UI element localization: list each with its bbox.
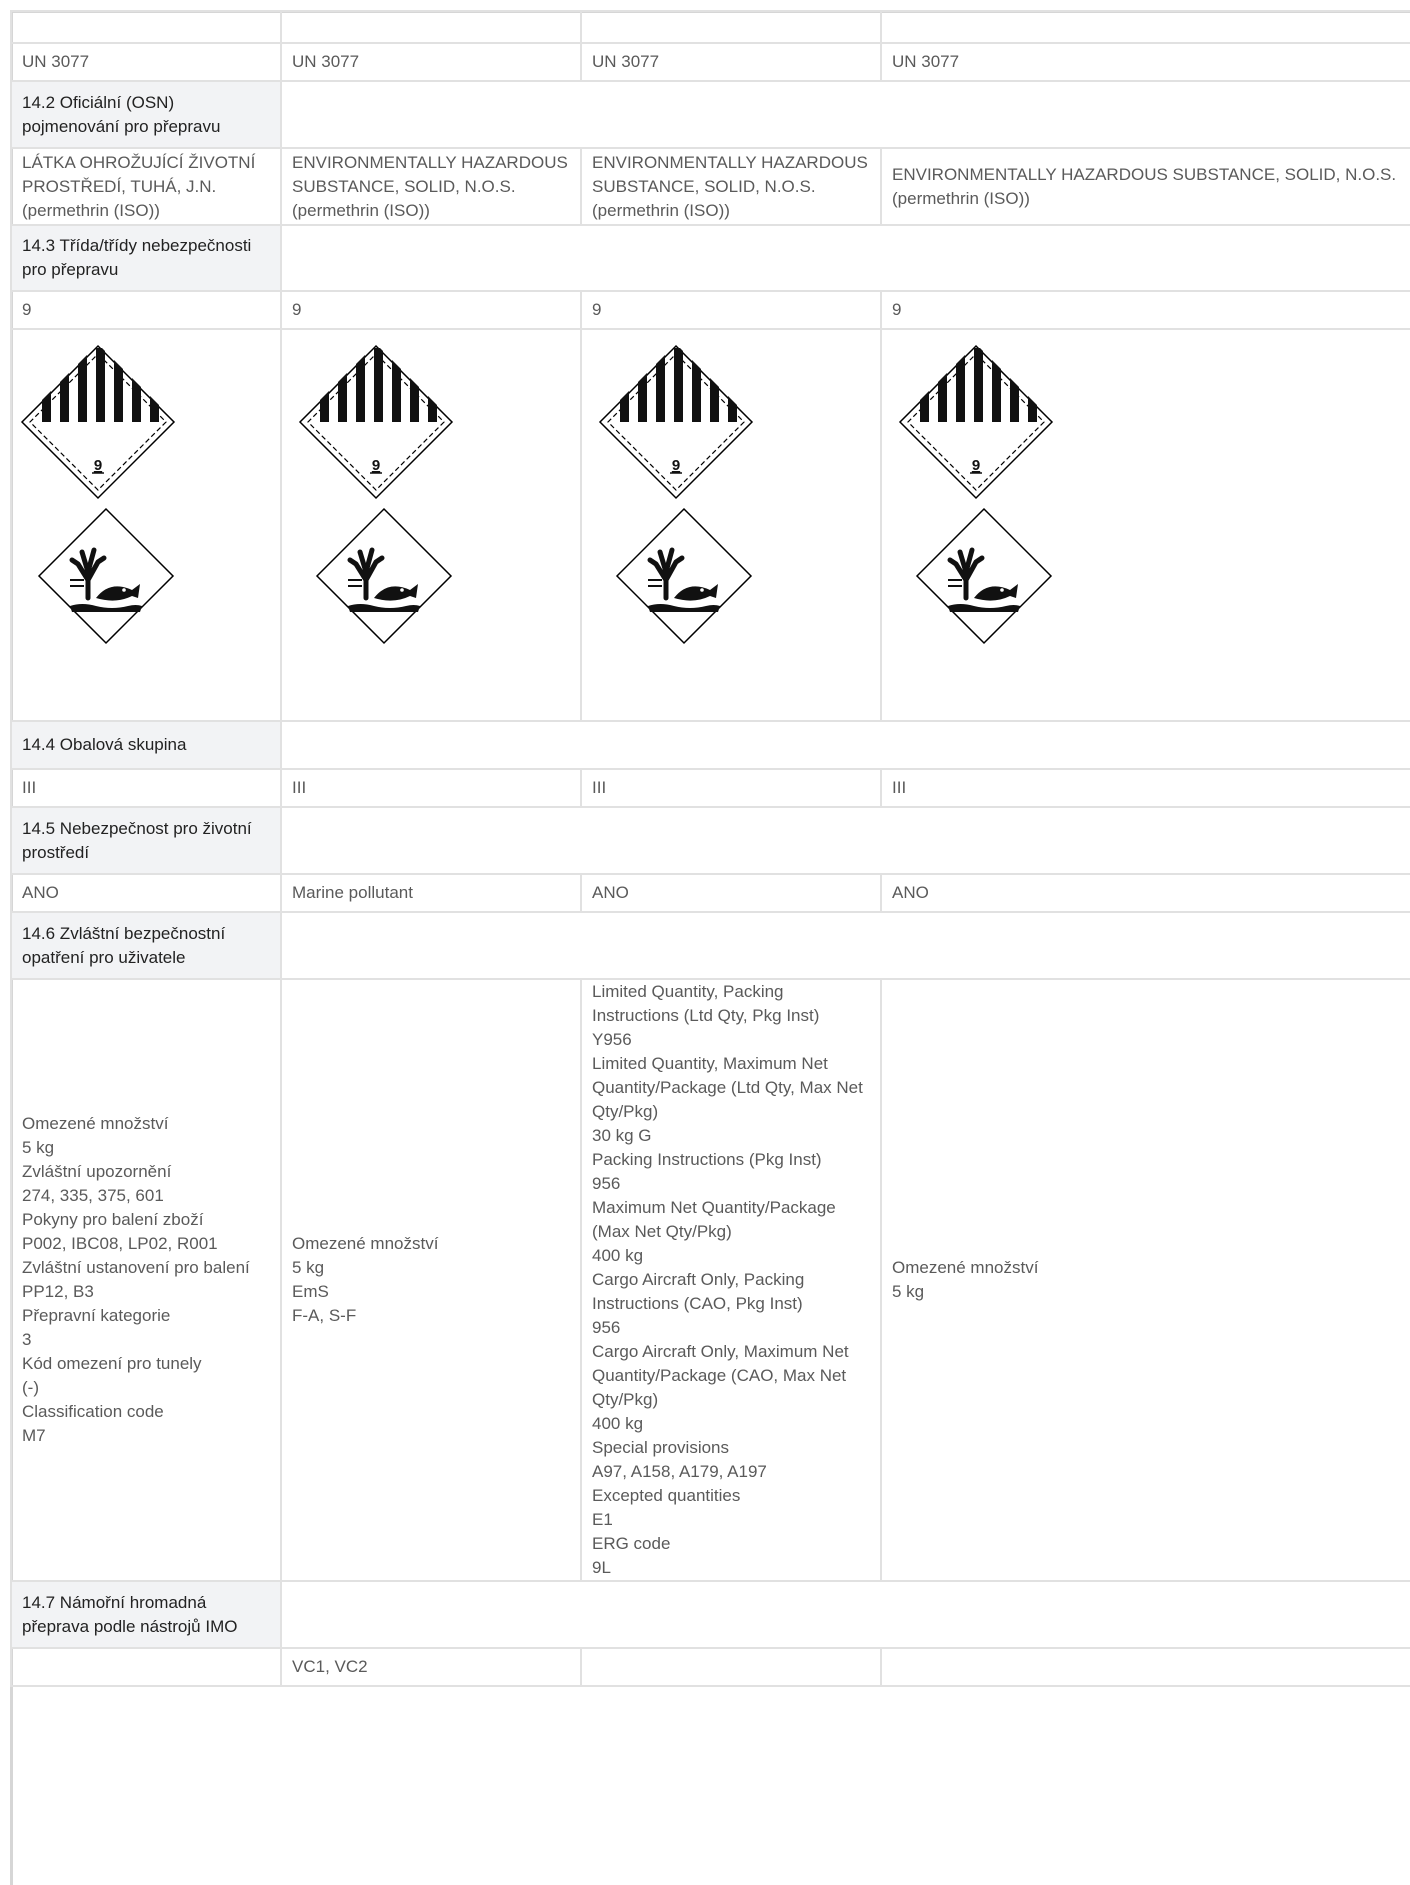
environment-hazard-icon xyxy=(915,507,1053,645)
special-precautions-heading-row: 14.6 Zvláštní bezpečnostní opatření pro … xyxy=(10,911,1410,980)
hazard-class-cell: 9 xyxy=(880,290,1410,330)
shipping-name-cell: LÁTKA OHROŽUJÍCÍ ŽIVOTNÍ PROSTŘEDÍ, TUHÁ… xyxy=(10,147,282,226)
environment-hazard-icon xyxy=(37,507,175,645)
shipping-name-cell: ENVIRONMENTALLY HAZARDOUS SUBSTANCE, SOL… xyxy=(880,147,1410,226)
class-9-label: 9 xyxy=(94,457,102,474)
env-hazard-heading: 14.5 Nebezpečnost pro životní prostředí xyxy=(10,806,282,875)
un-number-cell: UN 3077 xyxy=(280,42,582,82)
un-number-cell: UN 3077 xyxy=(580,42,882,82)
packing-group-heading-row: 14.4 Obalová skupina xyxy=(10,720,1410,770)
imo-heading-row: 14.7 Námořní hromadná přeprava podle nás… xyxy=(10,1580,1410,1649)
packing-group-cell: III xyxy=(10,768,282,808)
shipping-name-cell: ENVIRONMENTALLY HAZARDOUS SUBSTANCE, SOL… xyxy=(580,147,882,226)
hazard-class-heading: 14.3 Třída/třídy nebezpečnosti pro přepr… xyxy=(10,224,282,292)
pictogram-cell: 9 xyxy=(580,328,882,722)
shipping-name-heading-row: 14.2 Oficiální (OSN) pojmenování pro pře… xyxy=(10,80,1410,149)
shipping-name-row: LÁTKA OHROŽUJÍCÍ ŽIVOTNÍ PROSTŘEDÍ, TUHÁ… xyxy=(10,147,1410,226)
pictogram-cell: 9 xyxy=(880,328,1410,722)
class-9-hazard-diamond-icon: 9 xyxy=(20,344,176,500)
imo-row: VC1, VC2 xyxy=(10,1647,1410,1687)
shipping-name-cell: ENVIRONMENTALLY HAZARDOUS SUBSTANCE, SOL… xyxy=(280,147,582,226)
special-precautions-cell: Omezené množství 5 kg EmS F-A, S-F xyxy=(280,978,582,1582)
env-hazard-row: ANO Marine pollutant ANO ANO xyxy=(10,873,1410,913)
top-row xyxy=(10,10,1410,44)
hazard-class-cell: 9 xyxy=(10,290,282,330)
class-9-hazard-diamond-icon: 9 xyxy=(598,344,754,500)
special-precautions-cell: Omezené množství 5 kg Zvláštní upozorněn… xyxy=(10,978,282,1582)
un-number-row: UN 3077 UN 3077 UN 3077 UN 3077 xyxy=(10,42,1410,82)
hazard-class-cell: 9 xyxy=(280,290,582,330)
shipping-name-heading: 14.2 Oficiální (OSN) pojmenování pro pře… xyxy=(10,80,282,149)
packing-group-heading: 14.4 Obalová skupina xyxy=(10,720,282,770)
class-9-hazard-diamond-icon: 9 xyxy=(298,344,454,500)
un-number-cell: UN 3077 xyxy=(880,42,1410,82)
special-precautions-cell: Limited Quantity, Packing Instructions (… xyxy=(580,978,882,1582)
pictogram-cell: 9 xyxy=(10,328,282,722)
packing-group-row: III III III III xyxy=(10,768,1410,808)
class-9-label: 9 xyxy=(672,457,680,474)
imo-cell: VC1, VC2 xyxy=(280,1647,582,1687)
special-precautions-cell: Omezené množství 5 kg xyxy=(880,978,1410,1582)
imo-cell xyxy=(10,1647,282,1687)
class-9-label: 9 xyxy=(372,457,380,474)
special-precautions-row: Omezené množství 5 kg Zvláštní upozorněn… xyxy=(10,978,1410,1582)
env-hazard-heading-row: 14.5 Nebezpečnost pro životní prostředí xyxy=(10,806,1410,875)
hazard-class-cell: 9 xyxy=(580,290,882,330)
imo-cell xyxy=(880,1647,1410,1687)
env-hazard-cell: ANO xyxy=(580,873,882,913)
class-9-label: 9 xyxy=(972,457,980,474)
environment-hazard-icon xyxy=(315,507,453,645)
special-precautions-heading: 14.6 Zvláštní bezpečnostní opatření pro … xyxy=(10,911,282,980)
hazard-class-row: 9 9 9 9 xyxy=(10,290,1410,330)
env-hazard-cell: ANO xyxy=(10,873,282,913)
imo-cell xyxy=(580,1647,882,1687)
transport-info-section: UN 3077 UN 3077 UN 3077 UN 3077 14.2 Ofi… xyxy=(10,10,1410,1885)
packing-group-cell: III xyxy=(280,768,582,808)
class-9-hazard-diamond-icon: 9 xyxy=(898,344,1054,500)
hazard-class-heading-row: 14.3 Třída/třídy nebezpečnosti pro přepr… xyxy=(10,224,1410,292)
transport-table: UN 3077 UN 3077 UN 3077 UN 3077 14.2 Ofi… xyxy=(10,10,1410,1687)
imo-heading: 14.7 Námořní hromadná přeprava podle nás… xyxy=(10,1580,282,1649)
env-hazard-cell: ANO xyxy=(880,873,1410,913)
packing-group-cell: III xyxy=(580,768,882,808)
un-number-cell: UN 3077 xyxy=(10,42,282,82)
pictogram-cell: 9 xyxy=(280,328,582,722)
pictogram-row: 9 9 9 9 xyxy=(10,328,1410,722)
env-hazard-cell: Marine pollutant xyxy=(280,873,582,913)
packing-group-cell: III xyxy=(880,768,1410,808)
environment-hazard-icon xyxy=(615,507,753,645)
